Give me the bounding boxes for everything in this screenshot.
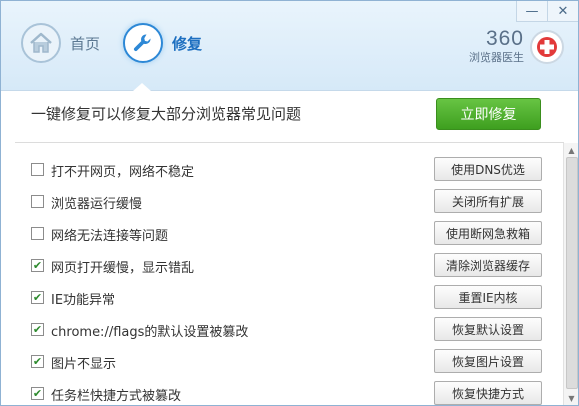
brand-subtitle: 浏览器医生 [469, 51, 524, 64]
problem-list: 打不开网页，网络不稳定 使用DNS优选 浏览器运行缓慢 关闭所有扩展 网络无法连… [1, 154, 561, 405]
browser-doctor-window: 首页 修复 — ✕ 360 浏览器医生 一键修复可以修复大部分浏览器常见问题 立… [0, 0, 579, 406]
list-item: ✔ 网页打开缓慢，显示错乱 清除浏览器缓存 [1, 250, 561, 282]
item-label: 图片不显示 [51, 357, 117, 372]
list-item: ✔ IE功能异常 重置IE内核 [1, 282, 561, 314]
scrollbar[interactable]: ▲ ▼ [563, 143, 578, 405]
fix-button[interactable]: 使用DNS优选 [434, 157, 542, 181]
checkbox-checked[interactable]: ✔ [31, 291, 44, 304]
wrench-icon [123, 23, 163, 63]
list-item: ✔ chrome://flags的默认设置被篡改 恢复默认设置 [1, 314, 561, 346]
item-label: 网络无法连接等问题 [51, 229, 169, 244]
tab-repair-label: 修复 [172, 34, 203, 53]
item-label: chrome://flags的默认设置被篡改 [51, 325, 249, 340]
medical-cross-icon [530, 30, 564, 64]
item-label: 任务栏快捷方式被篡改 [51, 389, 182, 404]
fix-button[interactable]: 重置IE内核 [434, 285, 542, 309]
checkbox[interactable] [31, 163, 44, 176]
checkbox-checked[interactable]: ✔ [31, 355, 44, 368]
scroll-up-icon[interactable]: ▲ [564, 143, 578, 157]
fix-button[interactable]: 关闭所有扩展 [434, 189, 542, 213]
active-tab-pointer [133, 83, 151, 91]
scrollbar-thumb[interactable] [566, 157, 578, 389]
fix-button[interactable]: 清除浏览器缓存 [434, 253, 542, 277]
brand-number: 360 [485, 27, 524, 50]
tab-home[interactable]: 首页 [21, 23, 100, 63]
checkbox-checked[interactable]: ✔ [31, 387, 44, 400]
repair-now-button[interactable]: 立即修复 [436, 98, 541, 130]
minimize-icon[interactable]: — [516, 1, 547, 22]
list-item: ✔ 图片不显示 恢复图片设置 [1, 346, 561, 378]
scroll-down-icon[interactable]: ▼ [564, 391, 578, 405]
list-item: 网络无法连接等问题 使用断网急救箱 [1, 218, 561, 250]
list-item: 打不开网页，网络不稳定 使用DNS优选 [1, 154, 561, 186]
headline: 一键修复可以修复大部分浏览器常见问题 [31, 105, 302, 123]
fix-button[interactable]: 恢复默认设置 [434, 317, 542, 341]
fix-button[interactable]: 使用断网急救箱 [434, 221, 542, 245]
checkbox[interactable] [31, 227, 44, 240]
checkbox-checked[interactable]: ✔ [31, 259, 44, 272]
checkbox[interactable] [31, 195, 44, 208]
fix-button[interactable]: 恢复快捷方式 [434, 381, 542, 405]
item-label: 打不开网页，网络不稳定 [51, 165, 195, 180]
brand: 360 浏览器医生 [469, 27, 564, 65]
window-controls: — ✕ [516, 1, 578, 22]
checkbox-checked[interactable]: ✔ [31, 323, 44, 336]
header-bar: 首页 修复 — ✕ 360 浏览器医生 [1, 1, 578, 91]
list-item: ✔ 任务栏快捷方式被篡改 恢复快捷方式 [1, 378, 561, 405]
tab-repair[interactable]: 修复 [123, 23, 202, 63]
home-icon [21, 23, 61, 63]
item-label: 浏览器运行缓慢 [51, 197, 143, 212]
fix-button[interactable]: 恢复图片设置 [434, 349, 542, 373]
item-label: 网页打开缓慢，显示错乱 [51, 261, 195, 276]
list-item: 浏览器运行缓慢 关闭所有扩展 [1, 186, 561, 218]
item-label: IE功能异常 [51, 293, 116, 308]
divider [15, 142, 564, 143]
close-icon[interactable]: ✕ [547, 1, 578, 22]
tab-home-label: 首页 [70, 34, 101, 53]
